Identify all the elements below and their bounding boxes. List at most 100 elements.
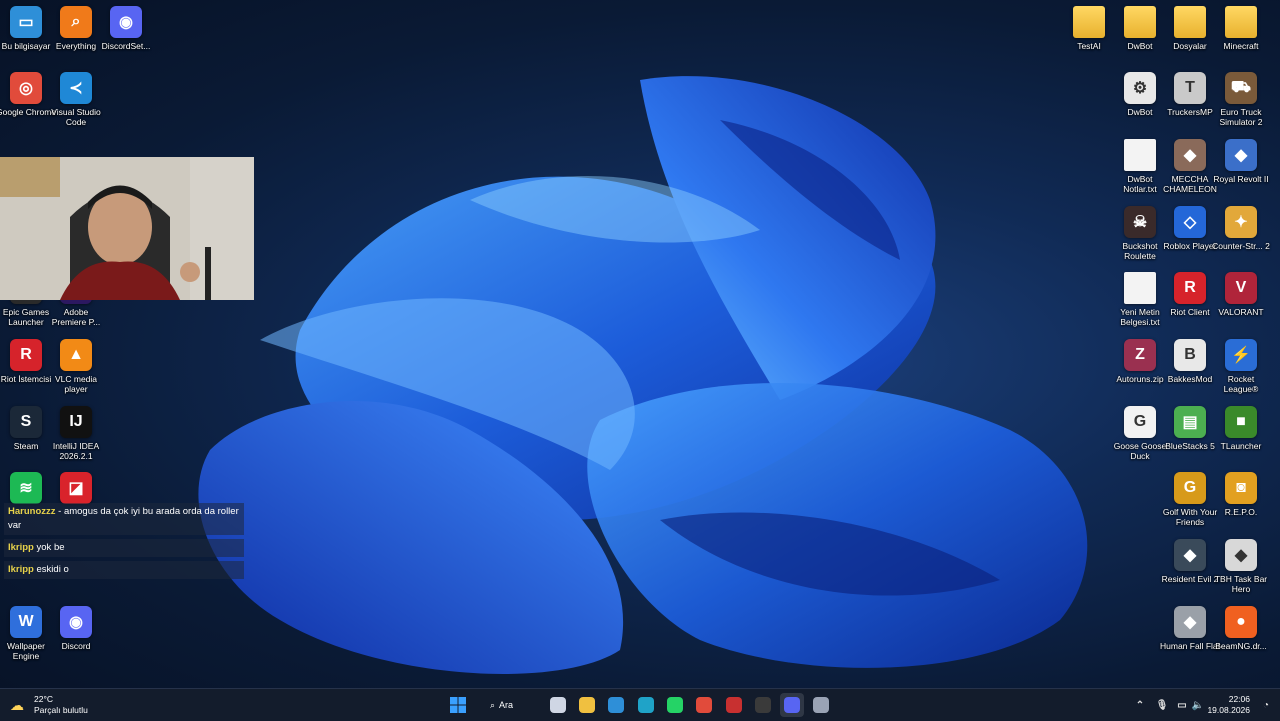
desktop-icon-label: Royal Revolt II <box>1213 174 1269 184</box>
chat-username: Ikripp <box>8 542 34 553</box>
desktop-icon[interactable]: ▲ VLC media player <box>50 339 102 401</box>
desktop-icon-label: Rocket League® <box>1223 374 1259 394</box>
search-icon: ⌕ <box>490 699 496 710</box>
taskbar-app-button[interactable] <box>751 693 775 717</box>
chat-message: Harunozzz - amogus da çok iyi bu arada o… <box>4 503 244 535</box>
folder-icon <box>1073 6 1105 38</box>
taskbar-app-button[interactable] <box>663 693 687 717</box>
desktop-icon[interactable]: R Riot Client <box>1164 272 1216 334</box>
cs2-icon: ✦ <box>1225 206 1257 238</box>
desktop-icon[interactable]: G Goose Goose Duck <box>1114 406 1166 468</box>
desktop-icon[interactable]: ⛟ Euro Truck Simulator 2 <box>1215 72 1267 134</box>
desktop-icon[interactable]: ◆ Royal Revolt II <box>1213 139 1269 201</box>
taskbar-app-button[interactable] <box>575 693 599 717</box>
text-file-icon <box>1124 272 1156 304</box>
desktop-icon[interactable]: ▭ Bu bilgisayar <box>0 6 52 68</box>
desktop-icon[interactable]: DwBot <box>1114 6 1166 68</box>
riot-icon: R <box>10 339 42 371</box>
taskbar-app-button[interactable] <box>809 693 833 717</box>
start-icon <box>450 697 466 713</box>
taskbar-app-button[interactable] <box>692 693 716 717</box>
file-explorer-icon <box>579 697 595 713</box>
desktop-icon[interactable]: ◎ Google Chrome <box>0 72 56 134</box>
desktop-icon[interactable]: V VALORANT <box>1215 272 1267 334</box>
desktop-icon[interactable]: R Riot İstemcisi <box>0 339 52 401</box>
terminal-icon <box>755 697 771 713</box>
desktop-icon[interactable]: B BakkesMod <box>1164 339 1216 401</box>
discord-icon: ◉ <box>60 606 92 638</box>
game-icon: ◆ <box>1174 139 1206 171</box>
stream-chat-overlay: Harunozzz - amogus da çok iyi bu arada o… <box>4 503 244 583</box>
taskbar-app-button[interactable] <box>722 693 746 717</box>
desktop-icon[interactable]: G Golf With Your Friends <box>1163 472 1217 534</box>
clock-time: 22:06 <box>1228 694 1250 704</box>
notification-bell-icon: ◔ <box>1262 699 1270 711</box>
goose-icon: G <box>1124 406 1156 438</box>
skull-icon: ☠ <box>1124 206 1156 238</box>
desktop-icon[interactable]: ◙ R.E.P.O. <box>1215 472 1267 534</box>
desktop-icon[interactable]: DwBot Notlar.txt <box>1114 139 1166 201</box>
desktop-icon[interactable]: Minecraft <box>1215 6 1267 68</box>
desktop-icon[interactable]: ✦ Counter-Str... 2 <box>1212 206 1270 268</box>
desktop-icon-label: Minecraft <box>1223 41 1259 51</box>
store-icon <box>608 697 624 713</box>
taskbar: ☁ 22°C Parçalı bulutlu ⌕ Ara ⌃ 🎙 ▭ 🔈 22:… <box>0 688 1280 721</box>
riot-icon: R <box>1174 272 1206 304</box>
desktop-icon[interactable]: TestAI <box>1063 6 1115 68</box>
search-label: Ara <box>499 700 514 710</box>
desktop-icon[interactable]: ⌕ Everything <box>50 6 102 68</box>
desktop-icon[interactable]: ☠ Buckshot Roulette <box>1114 206 1166 268</box>
desktop-icon[interactable]: ◆ Human Fall Flat <box>1160 606 1220 668</box>
chrome-icon: ◎ <box>10 72 42 104</box>
desktop-icon[interactable]: ◆ Resident Evil 2 <box>1162 539 1218 601</box>
desktop-icon[interactable]: Z Autoruns.zip <box>1114 339 1166 401</box>
taskbar-app-button[interactable] <box>780 693 804 717</box>
chat-message: Ikripp yok be <box>4 539 244 557</box>
folder-icon <box>1124 6 1156 38</box>
chat-message: Ikripp eskidi o <box>4 561 244 579</box>
chrome-icon <box>696 697 712 713</box>
taskbar-app-button[interactable] <box>604 693 628 717</box>
desktop-icon[interactable]: IJ IntelliJ IDEA 2026.2.1 <box>50 406 102 468</box>
desktop-icon[interactable]: ◆ MECCHA CHAMELEON <box>1163 139 1217 201</box>
desktop-icon[interactable]: ⚙ DwBot <box>1114 72 1166 134</box>
folder-icon <box>1225 6 1257 38</box>
beamng-icon: ● <box>1225 606 1257 638</box>
taskbar-app-button[interactable] <box>546 693 570 717</box>
desktop-icon[interactable]: ■ TLauncher <box>1215 406 1267 468</box>
valorant-icon: V <box>1225 272 1257 304</box>
desktop-icon-label: Adobe Premiere P... <box>51 307 101 327</box>
spotify-icon: ≋ <box>10 472 42 504</box>
desktop-icon[interactable]: ◉ Discord <box>50 606 102 668</box>
windows-bloom-wallpaper <box>198 76 1088 674</box>
weather-widget[interactable]: ☁ 22°C Parçalı bulutlu <box>10 693 100 717</box>
desktop-icon[interactable]: W Wallpaper Engine <box>0 606 52 668</box>
desktop-icon[interactable]: Dosyalar <box>1164 6 1216 68</box>
desktop-icon[interactable]: T TruckersMP <box>1164 72 1216 134</box>
desktop-icon-label: TLauncher <box>1220 441 1262 451</box>
repo-icon: ◙ <box>1225 472 1257 504</box>
intellij-icon: IJ <box>60 406 92 438</box>
desktop-icon[interactable]: ◆ TBH Task Bar Hero <box>1215 539 1267 601</box>
desktop-icon[interactable]: ▤ BlueStacks 5 <box>1164 406 1216 468</box>
clock[interactable]: 22:06 19.08.2026 <box>1200 693 1250 717</box>
desktop-icon[interactable]: Yeni Metin Belgesi.txt <box>1114 272 1166 334</box>
desktop-icon[interactable]: ⚡ Rocket League® <box>1215 339 1267 401</box>
bakkesmod-icon: B <box>1174 339 1206 371</box>
search-icon: ⌕ <box>60 6 92 38</box>
desktop-icon[interactable]: ≺ Visual Studio Code <box>50 72 102 134</box>
desktop-icon[interactable]: ◇ Roblox Player <box>1164 206 1216 268</box>
show-hidden-icons-button[interactable]: ⌃ <box>1128 693 1152 717</box>
taskbar-search-button[interactable]: ⌕ Ara <box>490 695 530 715</box>
desktop-icon[interactable]: S Steam <box>0 406 52 468</box>
start-button[interactable] <box>446 693 470 717</box>
notification-center-button[interactable]: ◔ <box>1254 693 1278 717</box>
desktop-wallpaper <box>0 0 1280 688</box>
folder-icon <box>1174 6 1206 38</box>
red-app-icon: ◪ <box>60 472 92 504</box>
taskbar-app-button[interactable] <box>634 693 658 717</box>
chevron-up-icon: ⌃ <box>1135 699 1145 711</box>
weather-icon: ☁ <box>10 697 24 713</box>
desktop-icon[interactable]: ◉ DiscordSet... <box>100 6 152 68</box>
desktop-icon[interactable]: ● BeamNG.dr... <box>1215 606 1267 668</box>
